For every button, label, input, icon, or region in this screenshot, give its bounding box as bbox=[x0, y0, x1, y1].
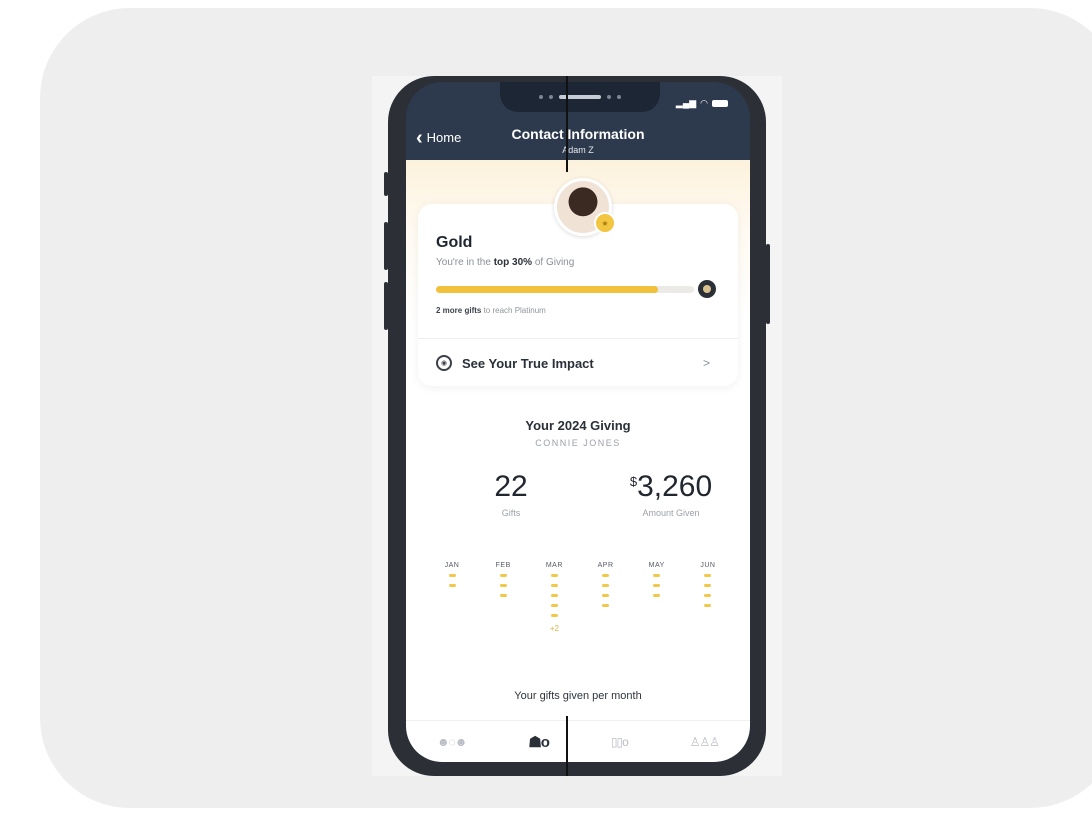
month-column: APR bbox=[584, 562, 628, 633]
gift-mark bbox=[550, 614, 558, 617]
volume-down-button bbox=[384, 282, 388, 330]
volume-up-button bbox=[384, 222, 388, 270]
amount-stat: $3,260 Amount Given bbox=[606, 470, 736, 518]
page-title: Contact Information bbox=[511, 126, 645, 142]
more-gifts-label: +2 bbox=[549, 624, 559, 633]
month-label: MAR bbox=[545, 562, 563, 569]
gift-mark bbox=[653, 594, 661, 597]
tier-rank-text: You're in the top 30% of Giving bbox=[436, 257, 575, 268]
month-column: MAR +2 bbox=[532, 562, 576, 633]
gift-mark bbox=[653, 584, 661, 587]
phone-frame: ▂▄▆ ◠ ‹ Home Contact Information Adam Z … bbox=[384, 76, 770, 776]
gift-mark bbox=[704, 604, 712, 607]
nav-bar: ‹ Home Contact Information Adam Z bbox=[406, 112, 750, 160]
battery-icon bbox=[712, 100, 728, 107]
tab-person-profile-icon[interactable]: ☗o bbox=[528, 733, 550, 751]
tier-label: Gold bbox=[436, 234, 473, 251]
tab-bar: ☻◌☻ ☗o ▯▯o ♙♙♙ bbox=[406, 720, 750, 762]
giving-title: Your 2024 Giving bbox=[525, 418, 631, 433]
gift-mark bbox=[602, 574, 610, 577]
status-bar: ▂▄▆ ◠ bbox=[676, 98, 728, 109]
signal-icon: ▂▄▆ bbox=[675, 98, 697, 108]
month-label: JUN bbox=[700, 562, 716, 569]
gift-mark bbox=[550, 594, 558, 597]
month-column: FEB bbox=[481, 562, 525, 633]
profile-content: ★ Gold You're in the top 30% of Giving 2… bbox=[406, 160, 750, 720]
gift-mark bbox=[704, 574, 712, 577]
month-label: JAN bbox=[444, 562, 460, 569]
month-label: MAY bbox=[648, 562, 665, 569]
tab-community-icon[interactable]: ♙♙♙ bbox=[690, 735, 720, 749]
gift-mark bbox=[448, 584, 456, 587]
gift-mark bbox=[602, 604, 610, 607]
notch bbox=[500, 82, 660, 112]
overlay-line-bottom bbox=[566, 716, 568, 776]
overlay-line-top bbox=[566, 76, 568, 172]
gift-mark bbox=[602, 594, 610, 597]
platinum-badge-icon bbox=[698, 280, 716, 298]
impact-icon: ◉ bbox=[436, 355, 452, 371]
gift-mark bbox=[602, 584, 610, 587]
gift-mark bbox=[704, 594, 712, 597]
gift-mark bbox=[550, 574, 558, 577]
tier-progress-bar bbox=[436, 286, 694, 293]
mute-switch bbox=[384, 172, 388, 196]
gifts-label: Gifts bbox=[501, 508, 521, 518]
gift-mark bbox=[499, 594, 507, 597]
phone-screen: ▂▄▆ ◠ ‹ Home Contact Information Adam Z … bbox=[406, 82, 750, 762]
month-label: APR bbox=[597, 562, 614, 569]
monthly-gifts-chart: JAN FEB MAR +2 APR MAY JUN bbox=[430, 562, 730, 633]
gift-mark bbox=[550, 604, 558, 607]
true-impact-link[interactable]: ◉ See Your True Impact > bbox=[418, 338, 738, 387]
donor-name: CONNIE JONES bbox=[535, 438, 621, 448]
gift-mark bbox=[550, 584, 558, 587]
chart-caption: Your gifts given per month bbox=[514, 690, 642, 702]
month-column: JAN bbox=[430, 562, 474, 633]
gold-badge-icon: ★ bbox=[594, 212, 616, 234]
amount-label: Amount Given bbox=[642, 508, 700, 518]
gifts-count: 22 bbox=[494, 470, 528, 503]
page-subtitle: Adam Z bbox=[562, 145, 594, 155]
gift-mark bbox=[448, 574, 456, 577]
month-column: JUN bbox=[686, 562, 730, 633]
next-tier-note: 2 more gifts to reach Platinum bbox=[436, 306, 546, 315]
amount-value: $3,260 bbox=[629, 470, 713, 503]
wifi-icon: ◠ bbox=[700, 98, 708, 108]
power-button bbox=[766, 244, 770, 324]
gift-mark bbox=[499, 584, 507, 587]
true-impact-label: See Your True Impact bbox=[462, 355, 594, 371]
month-label: FEB bbox=[495, 562, 511, 569]
chevron-right-icon: > bbox=[702, 356, 710, 370]
tier-progress-fill bbox=[436, 286, 658, 293]
gift-mark bbox=[704, 584, 712, 587]
gift-mark bbox=[499, 574, 507, 577]
tab-devices-icon[interactable]: ▯▯o bbox=[611, 735, 629, 749]
gifts-stat: 22 Gifts bbox=[456, 470, 566, 518]
gift-mark bbox=[653, 574, 661, 577]
tab-people-chat-icon[interactable]: ☻◌☻ bbox=[437, 735, 467, 749]
month-column: MAY bbox=[635, 562, 679, 633]
